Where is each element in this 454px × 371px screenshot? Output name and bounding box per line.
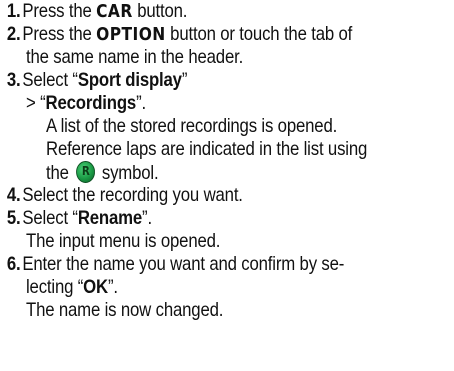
menu-item-sport-display: Sport display	[77, 69, 182, 91]
step-text: ”.	[142, 207, 152, 229]
step-text: button.	[132, 0, 188, 22]
step-text: Press the	[22, 0, 97, 22]
step-text: Select “	[22, 69, 78, 91]
step-6-result: The name is now changed.	[26, 299, 224, 321]
step-2-continuation: the same name in the header.	[26, 46, 244, 68]
step-number: 3.	[6, 69, 21, 91]
step-5-result: The input menu is opened.	[26, 230, 221, 252]
car-button-label: CAR	[96, 1, 133, 22]
menu-item-ok: OK	[83, 276, 108, 298]
menu-item-recordings: Recordings	[45, 92, 137, 114]
step-number: 6.	[6, 253, 21, 275]
step-text: ”.	[136, 92, 146, 114]
step-text: ”.	[107, 276, 118, 298]
step-text: Press the	[22, 23, 97, 45]
step-number: 5.	[6, 207, 21, 229]
step-text: Select “	[22, 207, 78, 229]
step-text: ”	[181, 69, 188, 91]
reference-lap-icon	[75, 161, 95, 183]
step-text: > “	[26, 92, 46, 114]
step-text: lecting “	[26, 276, 84, 298]
step-number: 4.	[6, 184, 21, 206]
step-3-result-1: A list of the stored recordings is opene…	[46, 115, 338, 137]
menu-item-rename: Rename	[77, 207, 143, 229]
step-text: button or touch the tab of	[165, 23, 353, 45]
step-text: Select the recording you want.	[22, 184, 243, 206]
step-number: 1.	[6, 0, 21, 22]
option-button-label: OPTION	[96, 24, 166, 45]
step-3-result-2: Reference laps are indicated in the list…	[46, 138, 368, 160]
step-text: symbol.	[97, 162, 159, 184]
instruction-list: 1. Press the CAR button. 2. Press the OP…	[0, 0, 454, 371]
step-text: the	[46, 162, 74, 184]
step-3-submenu: > “Recordings”.	[26, 92, 146, 115]
step-number: 2.	[6, 23, 21, 45]
step-text: Enter the name you want and confirm by s…	[22, 253, 345, 275]
step-6-continuation: lecting “OK”.	[26, 276, 118, 299]
step-3-result-3: the symbol.	[46, 161, 159, 185]
